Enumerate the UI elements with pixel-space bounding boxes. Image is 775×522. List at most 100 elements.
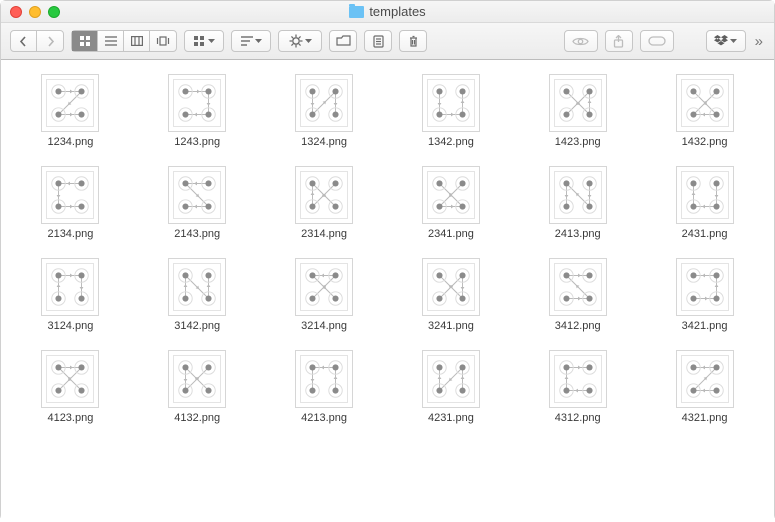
file-thumbnail (41, 74, 99, 132)
file-name: 2431.png (682, 228, 728, 240)
view-mode-switcher (71, 30, 177, 52)
file-item[interactable]: 1243.png (162, 74, 232, 148)
file-thumbnail (549, 74, 607, 132)
file-name: 2314.png (301, 228, 347, 240)
file-name: 4132.png (174, 412, 220, 424)
get-info-button[interactable] (364, 30, 392, 52)
minimize-icon[interactable] (29, 6, 41, 18)
file-item[interactable]: 3124.png (35, 258, 105, 332)
trash-button[interactable] (399, 30, 427, 52)
file-item[interactable]: 3241.png (416, 258, 486, 332)
file-item[interactable]: 4123.png (35, 350, 105, 424)
file-thumbnail (676, 350, 734, 408)
file-item[interactable]: 3412.png (543, 258, 613, 332)
file-item[interactable]: 2431.png (670, 166, 740, 240)
file-thumbnail (676, 166, 734, 224)
group-dropdown[interactable] (231, 30, 271, 52)
file-item[interactable]: 3421.png (670, 258, 740, 332)
file-thumbnail (41, 258, 99, 316)
file-name: 4123.png (47, 412, 93, 424)
dropbox-dropdown[interactable] (706, 30, 746, 52)
icon-view-button[interactable] (72, 31, 98, 51)
file-item[interactable]: 1423.png (543, 74, 613, 148)
window-title: templates (1, 4, 774, 19)
arrange-dropdown[interactable] (184, 30, 224, 52)
file-name: 4312.png (555, 412, 601, 424)
file-item[interactable]: 2314.png (289, 166, 359, 240)
file-thumbnail (41, 350, 99, 408)
file-name: 3214.png (301, 320, 347, 332)
coverflow-view-button[interactable] (150, 31, 176, 51)
file-name: 3142.png (174, 320, 220, 332)
file-item[interactable]: 2341.png (416, 166, 486, 240)
file-item[interactable]: 1342.png (416, 74, 486, 148)
file-name: 2143.png (174, 228, 220, 240)
window-controls (1, 6, 60, 18)
file-name: 4321.png (682, 412, 728, 424)
tags-button[interactable] (640, 30, 674, 52)
file-thumbnail (676, 258, 734, 316)
overflow-icon[interactable]: » (753, 33, 765, 50)
file-item[interactable]: 1234.png (35, 74, 105, 148)
file-name: 1342.png (428, 136, 474, 148)
file-thumbnail (549, 350, 607, 408)
file-thumbnail (168, 258, 226, 316)
file-thumbnail (168, 166, 226, 224)
file-name: 4231.png (428, 412, 474, 424)
file-item[interactable]: 2143.png (162, 166, 232, 240)
file-thumbnail (549, 258, 607, 316)
file-name: 1423.png (555, 136, 601, 148)
file-thumbnail (549, 166, 607, 224)
file-thumbnail (295, 74, 353, 132)
file-thumbnail (295, 258, 353, 316)
file-name: 2413.png (555, 228, 601, 240)
file-item[interactable]: 4231.png (416, 350, 486, 424)
file-item[interactable]: 2413.png (543, 166, 613, 240)
file-name: 4213.png (301, 412, 347, 424)
file-thumbnail (295, 350, 353, 408)
quicklook-button[interactable] (564, 30, 598, 52)
back-button[interactable] (11, 31, 37, 51)
file-name: 2134.png (47, 228, 93, 240)
file-item[interactable]: 4321.png (670, 350, 740, 424)
file-name: 1243.png (174, 136, 220, 148)
action-dropdown[interactable] (278, 30, 322, 52)
file-name: 1234.png (47, 136, 93, 148)
share-button[interactable] (605, 30, 633, 52)
file-thumbnail (168, 350, 226, 408)
file-name: 3124.png (47, 320, 93, 332)
maximize-icon[interactable] (48, 6, 60, 18)
file-thumbnail (41, 166, 99, 224)
folder-icon (349, 6, 364, 18)
file-thumbnail (168, 74, 226, 132)
file-thumbnail (676, 74, 734, 132)
file-thumbnail (422, 166, 480, 224)
list-view-button[interactable] (98, 31, 124, 51)
file-thumbnail (422, 350, 480, 408)
nav-buttons (10, 30, 64, 52)
file-item[interactable]: 3214.png (289, 258, 359, 332)
titlebar: templates (1, 1, 774, 23)
close-icon[interactable] (10, 6, 22, 18)
file-item[interactable]: 1432.png (670, 74, 740, 148)
file-thumbnail (422, 258, 480, 316)
column-view-button[interactable] (124, 31, 150, 51)
file-thumbnail (422, 74, 480, 132)
file-thumbnail (295, 166, 353, 224)
new-folder-button[interactable] (329, 30, 357, 52)
file-name: 3412.png (555, 320, 601, 332)
file-item[interactable]: 4312.png (543, 350, 613, 424)
file-name: 3421.png (682, 320, 728, 332)
file-item[interactable]: 1324.png (289, 74, 359, 148)
file-name: 1432.png (682, 136, 728, 148)
forward-button[interactable] (37, 31, 63, 51)
toolbar: » (1, 23, 774, 60)
file-grid-area[interactable]: 1234.png 1243.png 1324.png 1342.png 1423… (1, 60, 774, 522)
file-item[interactable]: 3142.png (162, 258, 232, 332)
file-item[interactable]: 2134.png (35, 166, 105, 240)
window-title-text: templates (369, 4, 425, 19)
file-name: 1324.png (301, 136, 347, 148)
file-item[interactable]: 4132.png (162, 350, 232, 424)
file-item[interactable]: 4213.png (289, 350, 359, 424)
file-name: 3241.png (428, 320, 474, 332)
